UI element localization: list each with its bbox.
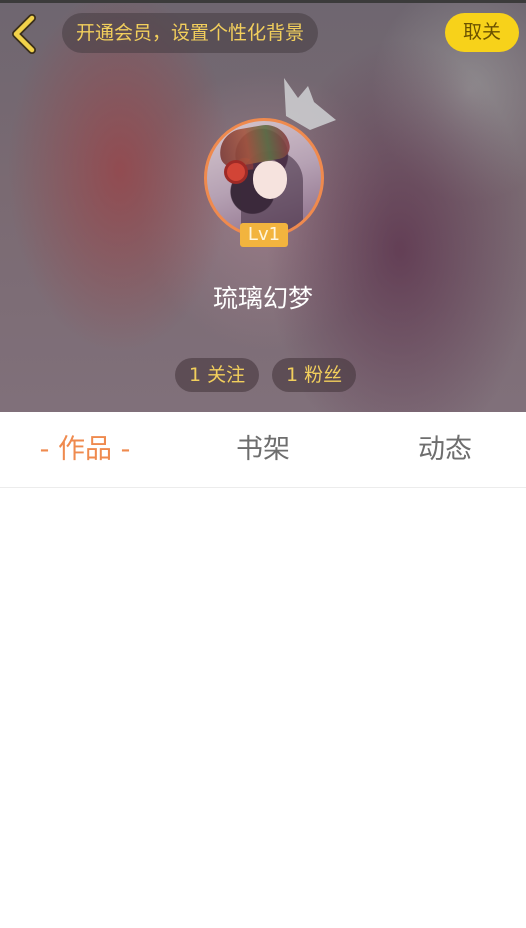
tab-works[interactable]: - 作品 - xyxy=(20,412,150,487)
status-edge xyxy=(0,0,526,3)
tab-bar: - 作品 - 书架 动态 xyxy=(0,412,526,488)
unfollow-button[interactable]: 取关 xyxy=(445,13,519,52)
fans-count-button[interactable]: 1 粉丝 xyxy=(272,358,357,392)
back-button[interactable] xyxy=(8,14,42,54)
vip-background-banner[interactable]: 开通会员，设置个性化背景 xyxy=(62,13,319,53)
profile-screen: 开通会员，设置个性化背景 取关 Lv1 琉璃幻梦 1 关注 1 粉丝 - 作品 … xyxy=(0,0,526,928)
username: 琉璃幻梦 xyxy=(212,284,313,313)
works-content-area xyxy=(0,488,526,928)
chevron-left-icon xyxy=(12,14,36,54)
tab-activity[interactable]: 动态 xyxy=(380,412,510,487)
following-count-button[interactable]: 1 关注 xyxy=(175,358,260,392)
level-badge: Lv1 xyxy=(240,223,288,247)
tab-bookshelf[interactable]: 书架 xyxy=(198,412,328,487)
avatar[interactable] xyxy=(204,118,324,238)
profile-header: 开通会员，设置个性化背景 取关 Lv1 琉璃幻梦 1 关注 1 粉丝 xyxy=(0,0,526,412)
